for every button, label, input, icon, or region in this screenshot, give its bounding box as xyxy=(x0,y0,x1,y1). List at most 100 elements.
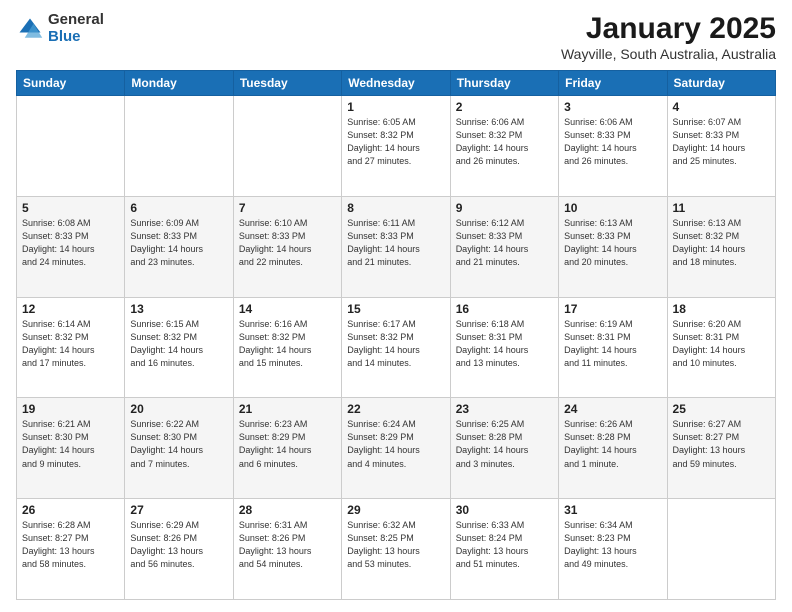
calendar-cell: 2Sunrise: 6:06 AM Sunset: 8:32 PM Daylig… xyxy=(450,96,558,197)
calendar-header-friday: Friday xyxy=(559,71,667,96)
calendar-header-thursday: Thursday xyxy=(450,71,558,96)
calendar-cell xyxy=(667,499,775,600)
day-info: Sunrise: 6:08 AM Sunset: 8:33 PM Dayligh… xyxy=(22,217,119,269)
calendar-cell: 18 Sunrise: 6:20 AM Sunset: 8:31 PM Dayli… xyxy=(667,297,775,398)
day-number: 6 xyxy=(130,201,227,215)
calendar-cell: 26 Sunrise: 6:28 AM Sunset: 8:27 PM Dayli… xyxy=(17,499,125,600)
day-number: 4 xyxy=(673,100,770,114)
day-info: Sunrise: 6:28 AM Sunset: 8:27 PM Dayligh… xyxy=(22,519,119,571)
logo-general: General xyxy=(48,12,104,29)
day-info: Sunrise: 6:18 AM Sunset: 8:31 PM Dayligh… xyxy=(456,318,553,370)
calendar-cell: 8 Sunrise: 6:11 AM Sunset: 8:33 PM Daylig… xyxy=(342,196,450,297)
day-number: 11 xyxy=(673,201,770,215)
day-info: Sunrise: 6:09 AM Sunset: 8:33 PM Dayligh… xyxy=(130,217,227,269)
day-number: 28 xyxy=(239,503,336,517)
day-info: Sunrise: 6:16 AM Sunset: 8:32 PM Dayligh… xyxy=(239,318,336,370)
day-info: Sunrise: 6:22 AM Sunset: 8:30 PM Dayligh… xyxy=(130,418,227,470)
day-number: 21 xyxy=(239,402,336,416)
calendar-cell: 27Sunrise: 6:29 AM Sunset: 8:26 PM Dayli… xyxy=(125,499,233,600)
day-info: Sunrise: 6:14 AM Sunset: 8:32 PM Dayligh… xyxy=(22,318,119,370)
day-info: Sunrise: 6:21 AM Sunset: 8:30 PM Dayligh… xyxy=(22,418,119,470)
calendar-cell: 30 Sunrise: 6:33 AM Sunset: 8:24 PM Dayli… xyxy=(450,499,558,600)
calendar-cell: 1 Sunrise: 6:05 AM Sunset: 8:32 PM Daylig… xyxy=(342,96,450,197)
calendar-header-row: SundayMondayTuesdayWednesdayThursdayFrid… xyxy=(17,71,776,96)
calendar-cell: 13 Sunrise: 6:15 AM Sunset: 8:32 PM Dayli… xyxy=(125,297,233,398)
calendar-cell: 16 Sunrise: 6:18 AM Sunset: 8:31 PM Dayli… xyxy=(450,297,558,398)
day-info: Sunrise: 6:12 AM Sunset: 8:33 PM Dayligh… xyxy=(456,217,553,269)
day-info: Sunrise: 6:19 AM Sunset: 8:31 PM Dayligh… xyxy=(564,318,661,370)
calendar-week-2: 5 Sunrise: 6:08 AM Sunset: 8:33 PM Daylig… xyxy=(17,196,776,297)
calendar-cell: 24 Sunrise: 6:26 AM Sunset: 8:28 PM Dayli… xyxy=(559,398,667,499)
day-number: 18 xyxy=(673,302,770,316)
title-month: January 2025 xyxy=(561,12,776,46)
day-number: 25 xyxy=(673,402,770,416)
day-number: 30 xyxy=(456,503,553,517)
day-info: Sunrise: 6:07 AM Sunset: 8:33 PM Dayligh… xyxy=(673,116,770,168)
calendar-table: SundayMondayTuesdayWednesdayThursdayFrid… xyxy=(16,70,776,600)
calendar-cell: 12 Sunrise: 6:14 AM Sunset: 8:32 PM Dayli… xyxy=(17,297,125,398)
day-info: Sunrise: 6:10 AM Sunset: 8:33 PM Dayligh… xyxy=(239,217,336,269)
day-number: 12 xyxy=(22,302,119,316)
day-number: 13 xyxy=(130,302,227,316)
calendar-cell xyxy=(17,96,125,197)
day-info: Sunrise: 6:13 AM Sunset: 8:32 PM Dayligh… xyxy=(673,217,770,269)
calendar-header-saturday: Saturday xyxy=(667,71,775,96)
day-number: 29 xyxy=(347,503,444,517)
calendar-cell: 29 Sunrise: 6:32 AM Sunset: 8:25 PM Dayli… xyxy=(342,499,450,600)
day-info: Sunrise: 6:31 AM Sunset: 8:26 PM Dayligh… xyxy=(239,519,336,571)
day-number: 19 xyxy=(22,402,119,416)
calendar-header-tuesday: Tuesday xyxy=(233,71,341,96)
day-number: 7 xyxy=(239,201,336,215)
calendar-cell: 19 Sunrise: 6:21 AM Sunset: 8:30 PM Dayli… xyxy=(17,398,125,499)
calendar-cell: 25Sunrise: 6:27 AM Sunset: 8:27 PM Dayli… xyxy=(667,398,775,499)
title-block: January 2025 Wayville, South Australia, … xyxy=(561,12,776,62)
day-info: Sunrise: 6:05 AM Sunset: 8:32 PM Dayligh… xyxy=(347,116,444,168)
day-number: 15 xyxy=(347,302,444,316)
calendar-week-4: 19 Sunrise: 6:21 AM Sunset: 8:30 PM Dayli… xyxy=(17,398,776,499)
day-number: 1 xyxy=(347,100,444,114)
day-number: 31 xyxy=(564,503,661,517)
calendar-header-monday: Monday xyxy=(125,71,233,96)
day-info: Sunrise: 6:25 AM Sunset: 8:28 PM Dayligh… xyxy=(456,418,553,470)
day-info: Sunrise: 6:11 AM Sunset: 8:33 PM Dayligh… xyxy=(347,217,444,269)
day-number: 20 xyxy=(130,402,227,416)
logo-icon xyxy=(16,15,44,43)
logo-blue: Blue xyxy=(48,29,104,46)
calendar-week-1: 1 Sunrise: 6:05 AM Sunset: 8:32 PM Daylig… xyxy=(17,96,776,197)
day-info: Sunrise: 6:15 AM Sunset: 8:32 PM Dayligh… xyxy=(130,318,227,370)
day-number: 14 xyxy=(239,302,336,316)
calendar-cell: 15 Sunrise: 6:17 AM Sunset: 8:32 PM Dayli… xyxy=(342,297,450,398)
logo: General Blue xyxy=(16,12,104,45)
calendar-cell: 7 Sunrise: 6:10 AM Sunset: 8:33 PM Daylig… xyxy=(233,196,341,297)
logo-text: General Blue xyxy=(48,12,104,45)
day-info: Sunrise: 6:17 AM Sunset: 8:32 PM Dayligh… xyxy=(347,318,444,370)
calendar-cell: 31Sunrise: 6:34 AM Sunset: 8:23 PM Dayli… xyxy=(559,499,667,600)
calendar-week-5: 26 Sunrise: 6:28 AM Sunset: 8:27 PM Dayli… xyxy=(17,499,776,600)
day-info: Sunrise: 6:32 AM Sunset: 8:25 PM Dayligh… xyxy=(347,519,444,571)
day-info: Sunrise: 6:24 AM Sunset: 8:29 PM Dayligh… xyxy=(347,418,444,470)
day-info: Sunrise: 6:33 AM Sunset: 8:24 PM Dayligh… xyxy=(456,519,553,571)
day-number: 5 xyxy=(22,201,119,215)
day-info: Sunrise: 6:26 AM Sunset: 8:28 PM Dayligh… xyxy=(564,418,661,470)
day-info: Sunrise: 6:20 AM Sunset: 8:31 PM Dayligh… xyxy=(673,318,770,370)
day-number: 10 xyxy=(564,201,661,215)
calendar-cell: 22 Sunrise: 6:24 AM Sunset: 8:29 PM Dayli… xyxy=(342,398,450,499)
calendar-cell xyxy=(125,96,233,197)
day-info: Sunrise: 6:13 AM Sunset: 8:33 PM Dayligh… xyxy=(564,217,661,269)
day-number: 8 xyxy=(347,201,444,215)
calendar-week-3: 12 Sunrise: 6:14 AM Sunset: 8:32 PM Dayli… xyxy=(17,297,776,398)
day-number: 24 xyxy=(564,402,661,416)
day-number: 22 xyxy=(347,402,444,416)
day-info: Sunrise: 6:06 AM Sunset: 8:32 PM Dayligh… xyxy=(456,116,553,168)
calendar-cell: 11 Sunrise: 6:13 AM Sunset: 8:32 PM Dayli… xyxy=(667,196,775,297)
calendar-cell: 20 Sunrise: 6:22 AM Sunset: 8:30 PM Dayli… xyxy=(125,398,233,499)
day-number: 26 xyxy=(22,503,119,517)
calendar-cell: 28 Sunrise: 6:31 AM Sunset: 8:26 PM Dayli… xyxy=(233,499,341,600)
day-number: 16 xyxy=(456,302,553,316)
day-number: 17 xyxy=(564,302,661,316)
calendar-cell: 21 Sunrise: 6:23 AM Sunset: 8:29 PM Dayli… xyxy=(233,398,341,499)
day-info: Sunrise: 6:29 AM Sunset: 8:26 PM Dayligh… xyxy=(130,519,227,571)
day-info: Sunrise: 6:23 AM Sunset: 8:29 PM Dayligh… xyxy=(239,418,336,470)
calendar-cell: 3Sunrise: 6:06 AM Sunset: 8:33 PM Daylig… xyxy=(559,96,667,197)
day-number: 3 xyxy=(564,100,661,114)
